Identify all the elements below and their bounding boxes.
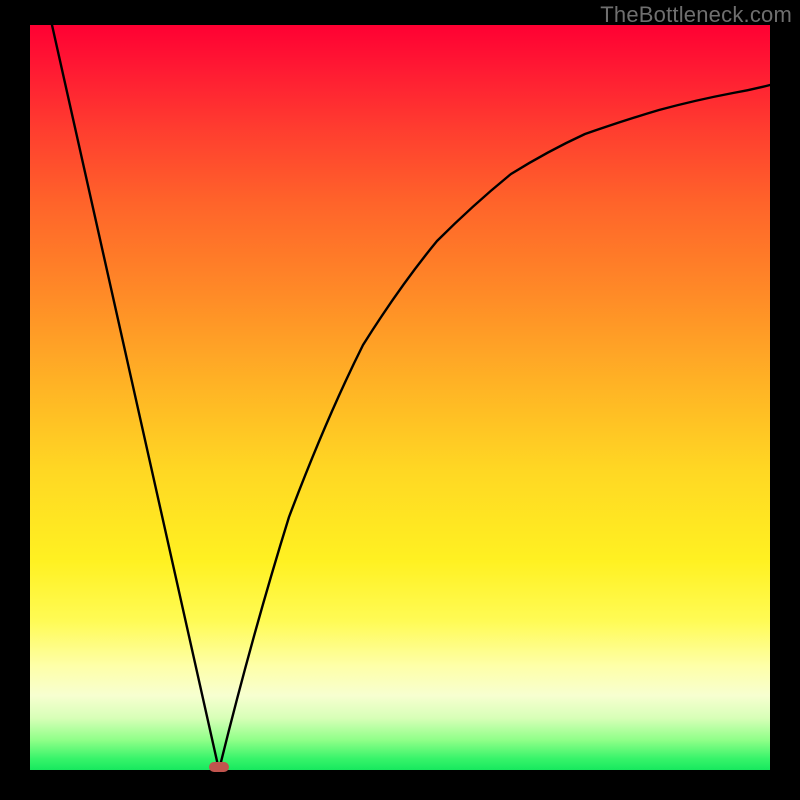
valley-marker: [209, 762, 229, 772]
chart-frame: TheBottleneck.com: [0, 0, 800, 800]
curve-right-segment: [219, 85, 770, 770]
watermark-text: TheBottleneck.com: [600, 2, 792, 28]
plot-area: [30, 25, 770, 770]
curve-left-segment: [52, 25, 219, 770]
bottleneck-curve: [30, 25, 770, 770]
